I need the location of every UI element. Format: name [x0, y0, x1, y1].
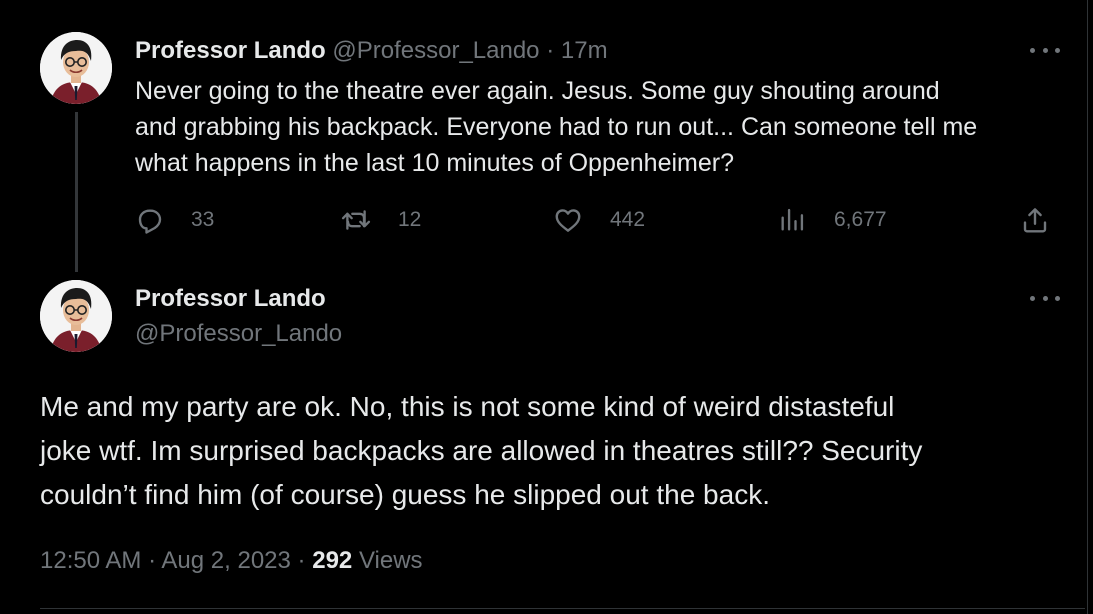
- more-dots-icon[interactable]: [1030, 45, 1060, 55]
- user-handle[interactable]: @Professor_Lando: [332, 37, 539, 64]
- repost-button[interactable]: 12: [340, 200, 421, 240]
- like-button[interactable]: 442: [552, 200, 645, 240]
- tweet-action-bar: 33 12 442 6,677: [0, 200, 1093, 240]
- profile-photo-icon: [40, 280, 112, 352]
- views-analytics-button[interactable]: 6,677: [778, 200, 887, 240]
- reply-count: 33: [191, 208, 215, 231]
- user-handle[interactable]: @Professor_Lando: [135, 319, 342, 349]
- tweet-metadata: 12:50 AM · Aug 2, 2023 · 292 Views: [40, 544, 423, 578]
- relative-timestamp[interactable]: 17m: [561, 37, 608, 64]
- post-time[interactable]: 12:50 AM: [40, 547, 141, 574]
- display-name[interactable]: Professor Lando: [135, 37, 326, 64]
- views-label: Views: [358, 547, 423, 574]
- display-name[interactable]: Professor Lando: [135, 284, 326, 314]
- reply-bubble-icon: [138, 209, 162, 234]
- tweet-text: Never going to the theatre ever again. J…: [135, 77, 978, 177]
- more-dots-icon[interactable]: [1030, 293, 1060, 303]
- share-upload-icon: [1023, 208, 1047, 233]
- repost-arrows-icon: [341, 210, 371, 230]
- thread-connector-line: [75, 112, 78, 272]
- post-date[interactable]: Aug 2, 2023: [161, 547, 290, 574]
- views-count: 6,677: [834, 208, 887, 231]
- separator-dot: ·: [546, 37, 555, 64]
- views-count: 292: [312, 547, 353, 574]
- tweet-header: Professor Lando @Professor_Lando · 17m: [135, 37, 608, 65]
- tweet-text: Me and my party are ok. No, this is not …: [40, 391, 923, 510]
- separator-dot: ·: [148, 547, 157, 574]
- share-button[interactable]: [1020, 200, 1050, 240]
- heart-icon: [555, 209, 581, 232]
- column-border: [1087, 0, 1088, 614]
- reply-button[interactable]: 33: [135, 200, 214, 240]
- avatar[interactable]: [40, 32, 112, 104]
- repost-count: 12: [398, 208, 422, 231]
- analytics-bars-icon: [781, 208, 804, 231]
- like-count: 442: [610, 208, 646, 231]
- separator-dot: ·: [297, 547, 306, 574]
- divider: [40, 608, 1085, 609]
- profile-photo-icon: [40, 32, 112, 104]
- avatar[interactable]: [40, 280, 112, 352]
